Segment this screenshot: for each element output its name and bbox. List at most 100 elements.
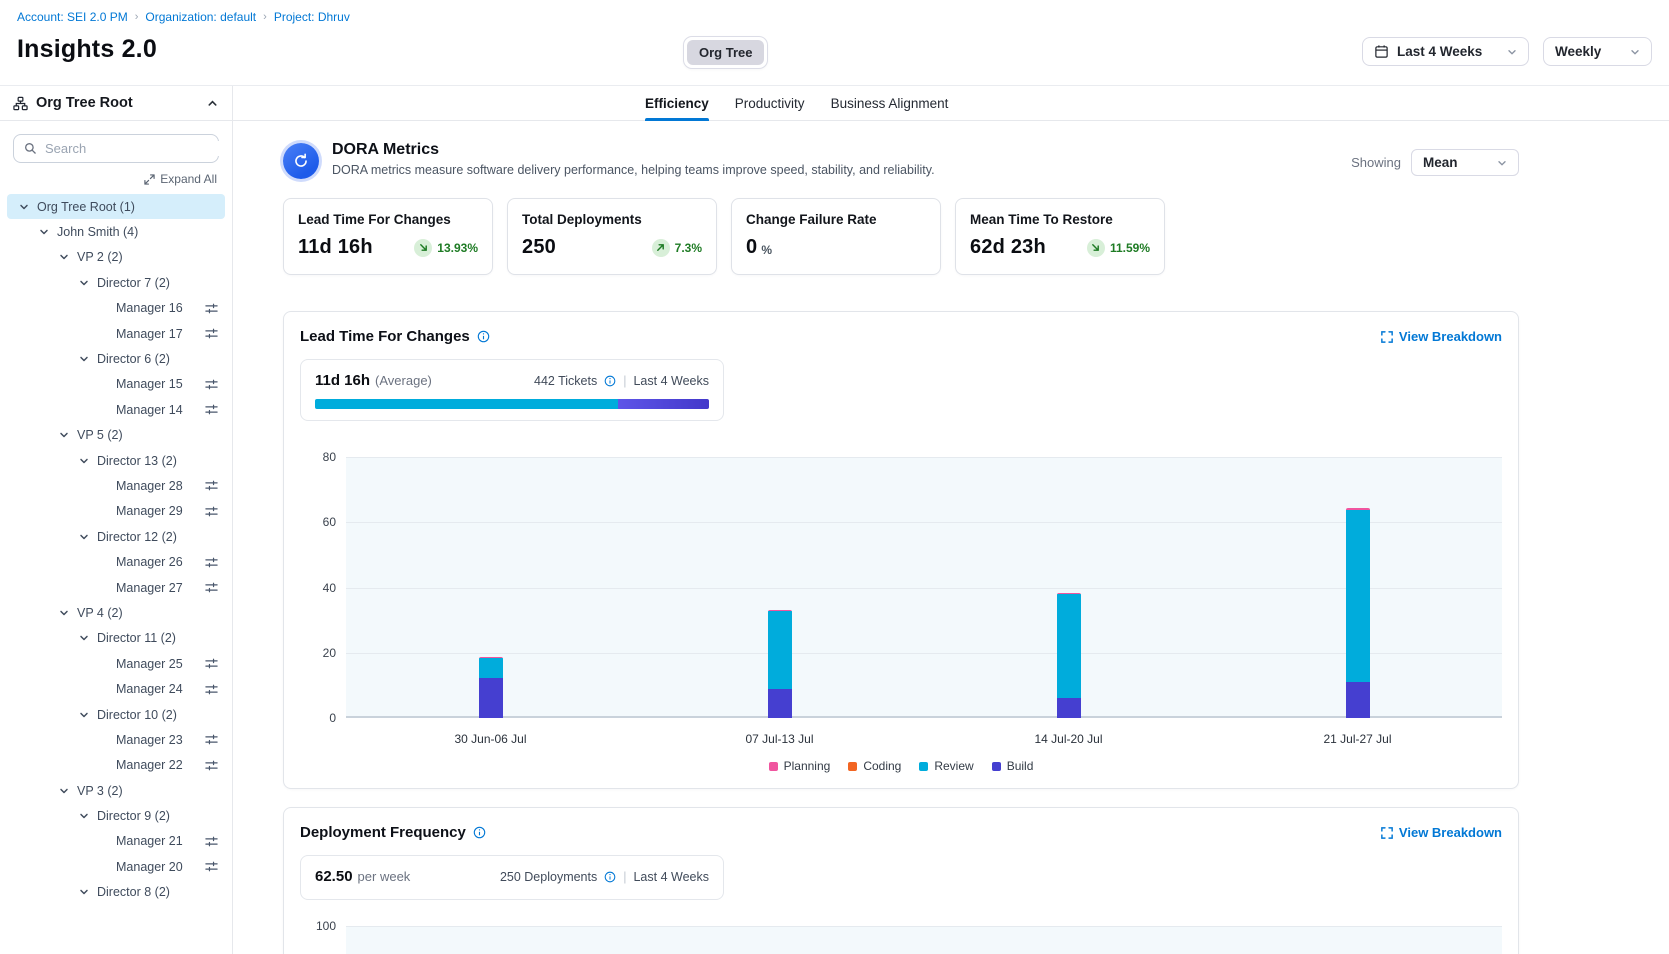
header-controls: Last 4 Weeks Weekly: [1362, 37, 1652, 66]
tree-item[interactable]: Manager 20: [7, 854, 225, 879]
summary-range: Last 4 Weeks: [633, 870, 709, 884]
legend-item-planning[interactable]: Planning: [769, 759, 831, 773]
breadcrumb-link[interactable]: Account: SEI 2.0 PM: [17, 10, 128, 24]
tree-item[interactable]: Director 9 (2): [7, 803, 225, 828]
tree-item[interactable]: Manager 15: [7, 372, 225, 397]
metric-label: Total Deployments: [522, 212, 702, 227]
deployment-summary-qualifier: per week: [358, 869, 411, 884]
tab-productivity[interactable]: Productivity: [735, 86, 805, 120]
tree-item-label: Manager 17: [116, 327, 183, 341]
filters-icon[interactable]: [205, 505, 218, 518]
tree-item[interactable]: Manager 25: [7, 651, 225, 676]
tree-item[interactable]: Org Tree Root (1): [7, 194, 225, 219]
filters-icon[interactable]: [205, 657, 218, 670]
legend-item-coding[interactable]: Coding: [848, 759, 901, 773]
tree-item[interactable]: Director 7 (2): [7, 270, 225, 295]
deployment-view-breakdown[interactable]: View Breakdown: [1381, 825, 1502, 840]
breadcrumb-link[interactable]: Project: Dhruv: [274, 10, 350, 24]
tree-item-label: Manager 25: [116, 657, 183, 671]
filters-icon[interactable]: [205, 302, 218, 315]
tree-item[interactable]: Director 8 (2): [7, 880, 225, 905]
org-tree-button[interactable]: Org Tree: [683, 36, 768, 69]
filters-icon[interactable]: [205, 733, 218, 746]
tree-item[interactable]: Manager 26: [7, 549, 225, 574]
info-icon[interactable]: [604, 375, 616, 387]
y-axis-tick-label: 60: [323, 515, 336, 529]
dora-metric-card[interactable]: Mean Time To Restore62d 23h11.59%: [955, 198, 1165, 275]
metric-value: 62d 23h: [970, 236, 1046, 259]
tree-item[interactable]: VP 4 (2): [7, 600, 225, 625]
chart-bar[interactable]: [768, 610, 792, 718]
filters-icon[interactable]: [205, 327, 218, 340]
legend-item-build[interactable]: Build: [992, 759, 1034, 773]
tree-item[interactable]: Manager 29: [7, 499, 225, 524]
filters-icon[interactable]: [205, 479, 218, 492]
chart-bar[interactable]: [479, 657, 503, 718]
tab-bar: Efficiency Productivity Business Alignment: [233, 86, 1669, 121]
legend-label: Build: [1007, 759, 1034, 773]
dora-metric-cards: Lead Time For Changes11d 16h13.93%Total …: [283, 198, 1519, 275]
granularity-select[interactable]: Weekly: [1543, 37, 1652, 66]
tree-item-label: Director 11 (2): [97, 631, 176, 645]
info-icon[interactable]: [477, 330, 490, 343]
tree-item[interactable]: Director 6 (2): [7, 346, 225, 371]
chart-bar[interactable]: [1057, 593, 1081, 718]
info-icon[interactable]: [473, 826, 486, 839]
tree-item[interactable]: Manager 28: [7, 473, 225, 498]
tree-item[interactable]: VP 5 (2): [7, 423, 225, 448]
tree-item[interactable]: Manager 17: [7, 321, 225, 346]
showing-select[interactable]: Mean: [1411, 149, 1519, 176]
phase-bar-segment-build: [618, 399, 709, 409]
tree-item[interactable]: Manager 22: [7, 753, 225, 778]
showing-label: Showing: [1351, 155, 1401, 170]
sidebar-search[interactable]: [13, 134, 219, 163]
tree-item[interactable]: Director 10 (2): [7, 702, 225, 727]
tree-item[interactable]: Manager 23: [7, 727, 225, 752]
breadcrumb: Account: SEI 2.0 PM›Organization: defaul…: [17, 10, 1652, 24]
tree-item[interactable]: Manager 24: [7, 676, 225, 701]
y-axis: 100: [300, 926, 346, 954]
tree-item-label: Manager 16: [116, 301, 183, 315]
bar-segment-build: [1057, 698, 1081, 718]
tree-item[interactable]: Manager 14: [7, 397, 225, 422]
filters-icon[interactable]: [205, 581, 218, 594]
filters-icon[interactable]: [205, 403, 218, 416]
tree-item[interactable]: VP 2 (2): [7, 245, 225, 270]
tree-item[interactable]: Manager 16: [7, 296, 225, 321]
gridline: [346, 588, 1502, 589]
filters-icon[interactable]: [205, 556, 218, 569]
filters-icon[interactable]: [205, 683, 218, 696]
tab-business-alignment[interactable]: Business Alignment: [831, 86, 949, 120]
collapse-chevron-up-icon[interactable]: [206, 97, 219, 110]
tree-item[interactable]: John Smith (4): [7, 219, 225, 244]
y-axis-tick-label: 0: [329, 711, 336, 725]
lead-time-view-breakdown[interactable]: View Breakdown: [1381, 329, 1502, 344]
info-icon[interactable]: [604, 871, 616, 883]
chevron-down-icon: [78, 632, 90, 644]
tree-item[interactable]: Director 11 (2): [7, 626, 225, 651]
tree-item-label: Director 8 (2): [97, 885, 170, 899]
filters-icon[interactable]: [205, 860, 218, 873]
tree-item[interactable]: VP 3 (2): [7, 778, 225, 803]
sidebar-header[interactable]: Org Tree Root: [0, 86, 232, 121]
tree-item[interactable]: Manager 21: [7, 829, 225, 854]
filters-icon[interactable]: [205, 378, 218, 391]
tree-item[interactable]: Manager 27: [7, 575, 225, 600]
dora-metric-card[interactable]: Lead Time For Changes11d 16h13.93%: [283, 198, 493, 275]
date-range-select[interactable]: Last 4 Weeks: [1362, 37, 1529, 66]
filters-icon[interactable]: [205, 835, 218, 848]
tree-item-label: Director 10 (2): [97, 708, 177, 722]
breadcrumb-link[interactable]: Organization: default: [145, 10, 256, 24]
expand-all-button[interactable]: Expand All: [15, 172, 217, 186]
legend-item-review[interactable]: Review: [919, 759, 973, 773]
dora-metric-card[interactable]: Total Deployments2507.3%: [507, 198, 717, 275]
filters-icon[interactable]: [205, 759, 218, 772]
tree-item[interactable]: Director 12 (2): [7, 524, 225, 549]
search-input[interactable]: [45, 141, 221, 156]
tab-efficiency[interactable]: Efficiency: [645, 86, 709, 120]
chart-bar[interactable]: [1346, 508, 1370, 718]
dora-metric-card[interactable]: Change Failure Rate0%: [731, 198, 941, 275]
trend-percent: 7.3%: [675, 241, 702, 255]
tree-item[interactable]: Director 13 (2): [7, 448, 225, 473]
lead-time-card: Lead Time For Changes View Breakdown: [283, 311, 1519, 789]
